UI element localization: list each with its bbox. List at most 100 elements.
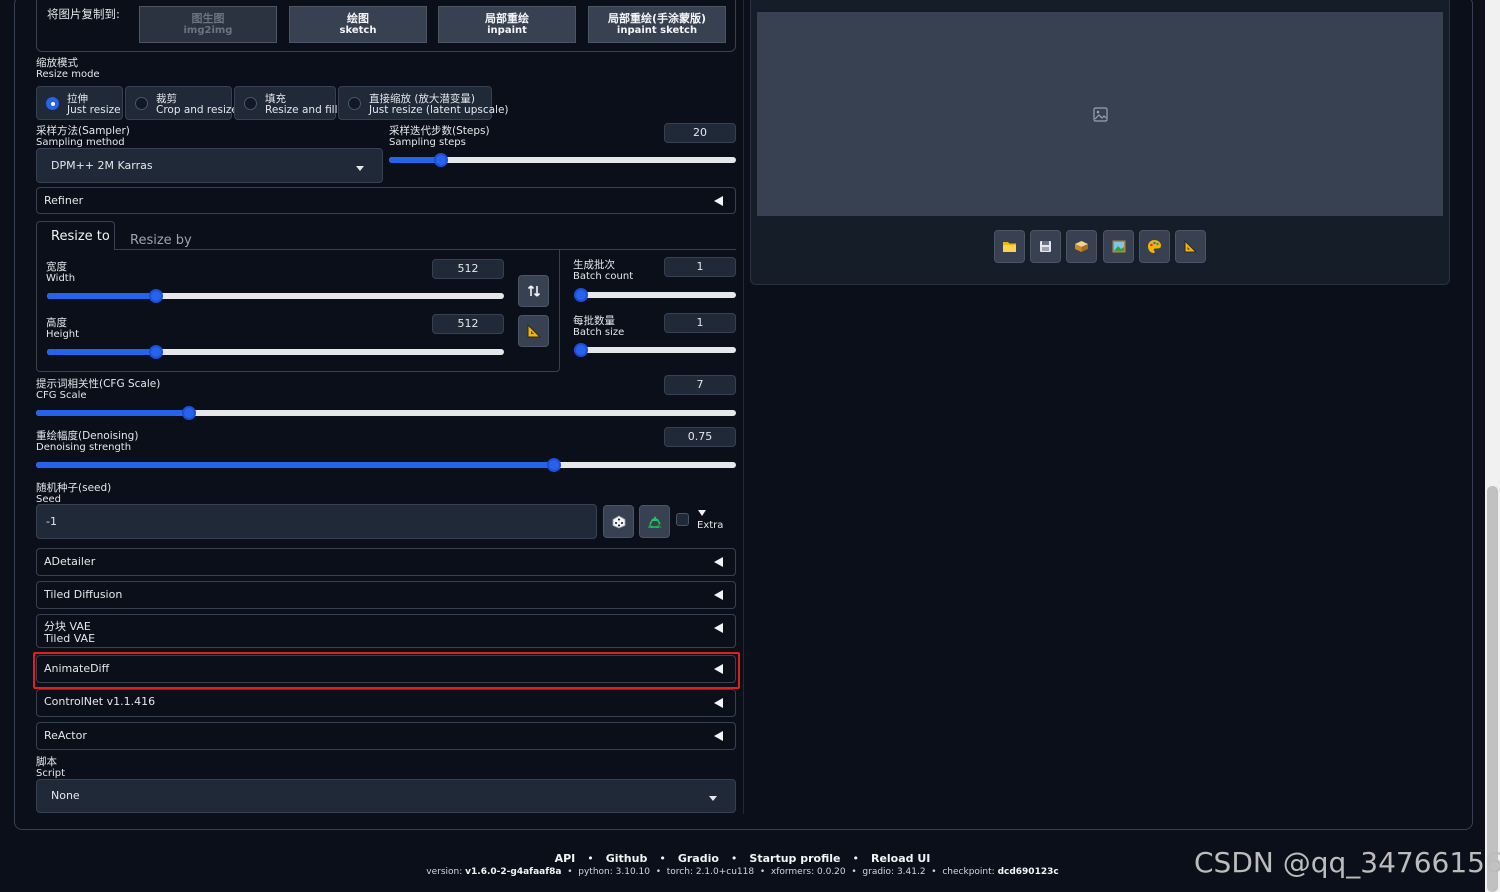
refiner-accordion[interactable]: Refiner: [36, 187, 736, 214]
separator-dot: •: [730, 852, 738, 865]
tiled-diffusion-accordion[interactable]: Tiled Diffusion: [36, 581, 736, 609]
button-label: 绘图: [347, 12, 369, 25]
cfg-scale-slider[interactable]: [36, 406, 736, 420]
footer-link-reload-ui[interactable]: Reload UI: [871, 852, 930, 865]
label-cn: 每批数量: [573, 315, 615, 327]
footer-link-api[interactable]: API: [555, 852, 576, 865]
sampler-dropdown[interactable]: DPM++ 2M Karras: [36, 148, 383, 183]
open-folder-button[interactable]: [994, 230, 1025, 263]
torch-version: torch: 2.1.0+cu118: [666, 867, 755, 877]
reactor-accordion[interactable]: ReActor: [36, 722, 736, 750]
random-seed-button[interactable]: [603, 505, 634, 538]
palette-icon: [1148, 240, 1161, 253]
zip-button[interactable]: [1066, 230, 1097, 263]
swap-arrows-icon: [527, 285, 540, 297]
radio-text: 裁剪 Crop and resize: [156, 94, 238, 116]
swap-dimensions-button[interactable]: [518, 275, 549, 307]
slider-thumb[interactable]: [434, 153, 448, 167]
slider-thumb[interactable]: [149, 289, 163, 303]
title-en: Tiled VAE: [44, 632, 96, 645]
label-en: Sampling steps: [389, 137, 466, 148]
extra-checkbox[interactable]: [676, 513, 689, 526]
label-en: Batch count: [573, 271, 634, 282]
width-slider[interactable]: [47, 289, 504, 303]
tab-label: Resize by: [130, 233, 192, 248]
collapse-triangle-icon: [714, 590, 723, 600]
reuse-seed-button[interactable]: [639, 505, 670, 538]
button-label: 局部重绘(手涂蒙版): [607, 12, 707, 25]
collapse-triangle-icon: [714, 731, 723, 741]
button-sublabel: img2img: [183, 25, 233, 36]
label-cn: 缩放模式: [36, 57, 78, 69]
accordion-title: ADetailer: [44, 555, 96, 568]
script-dropdown[interactable]: None: [36, 779, 736, 813]
resize-mode-resize-and-fill[interactable]: 填充 Resize and fill: [234, 86, 338, 120]
chevron-down-icon: [356, 165, 364, 171]
footer-link-github[interactable]: Github: [606, 852, 648, 865]
batch-count-slider[interactable]: [574, 288, 736, 302]
package-icon: [1075, 241, 1088, 252]
collapse-triangle-icon: [714, 557, 723, 567]
height-input[interactable]: 512: [432, 314, 504, 334]
batch-count-input[interactable]: 1: [664, 257, 736, 277]
copy-to-inpaint-sketch-button[interactable]: 局部重绘(手涂蒙版) inpaint sketch: [588, 6, 726, 43]
slider-fill: [36, 462, 554, 468]
resize-mode-latent-upscale[interactable]: 直接缩放 (放大潜变量) Just resize (latent upscale): [338, 86, 509, 120]
save-button[interactable]: [1030, 230, 1061, 263]
batch-size-input[interactable]: 1: [664, 313, 736, 333]
resize-mode-just-resize[interactable]: 拉伸 Just resize: [36, 86, 123, 120]
checkpoint-label: checkpoint:: [942, 867, 995, 877]
accordion-title: ControlNet v1.1.416: [44, 695, 156, 708]
copy-to-inpaint-button[interactable]: 局部重绘 inpaint: [438, 6, 576, 43]
send-to-img2img-button[interactable]: [1103, 230, 1134, 263]
separator-dot: •: [659, 852, 666, 865]
steps-slider[interactable]: [389, 153, 736, 167]
folder-icon: [1003, 242, 1016, 252]
radio-dot: [135, 97, 148, 110]
slider-thumb[interactable]: [574, 288, 588, 302]
slider-thumb[interactable]: [149, 345, 163, 359]
radio-text: 直接缩放 (放大潜变量) Just resize (latent upscale): [369, 94, 509, 116]
radio-dot: [244, 97, 257, 110]
denoising-slider[interactable]: [36, 458, 736, 472]
slider-fill: [36, 410, 189, 416]
scrollbar-thumb[interactable]: [1487, 486, 1498, 892]
accordion-title: Tiled Diffusion: [44, 588, 123, 601]
width-input[interactable]: 512: [432, 259, 504, 279]
label-cn: 随机种子(seed): [36, 482, 112, 494]
collapse-triangle-icon: [714, 196, 723, 206]
separator-dot: •: [587, 852, 594, 865]
copy-to-img2img-button[interactable]: 图生图 img2img: [139, 6, 277, 43]
send-to-inpaint-button[interactable]: [1139, 230, 1170, 263]
floppy-disk-icon: [1040, 241, 1051, 252]
resize-mode-crop-and-resize[interactable]: 裁剪 Crop and resize: [125, 86, 238, 120]
slider-thumb[interactable]: [574, 343, 588, 357]
tiled-vae-accordion[interactable]: 分块 VAE Tiled VAE: [36, 614, 736, 648]
accordion-title: Refiner: [44, 194, 84, 207]
collapse-triangle-icon: [714, 698, 723, 708]
extra-label: Extra: [697, 520, 724, 531]
send-to-extras-button[interactable]: [1175, 230, 1206, 263]
label-en: Denoising strength: [36, 442, 132, 453]
chevron-down-icon: [709, 796, 717, 801]
steps-input[interactable]: 20: [664, 123, 736, 143]
tab-resize-to[interactable]: Resize to: [36, 221, 115, 250]
aspect-ratio-button[interactable]: [518, 315, 549, 347]
slider-thumb[interactable]: [547, 458, 561, 472]
controlnet-accordion[interactable]: ControlNet v1.1.416: [36, 689, 736, 717]
button-sublabel: inpaint: [487, 25, 527, 36]
radio-text: 填充 Resize and fill: [265, 94, 338, 116]
output-gallery[interactable]: [757, 12, 1443, 216]
adetailer-accordion[interactable]: ADetailer: [36, 548, 736, 576]
footer-link-gradio[interactable]: Gradio: [678, 852, 719, 865]
label-en: CFG Scale: [36, 390, 87, 401]
tab-resize-by[interactable]: Resize by: [130, 229, 192, 248]
denoising-input[interactable]: 0.75: [664, 427, 736, 447]
seed-input[interactable]: -1: [36, 504, 597, 539]
height-slider[interactable]: [47, 345, 504, 359]
batch-size-slider[interactable]: [574, 343, 736, 357]
slider-thumb[interactable]: [182, 406, 196, 420]
footer-link-startup-profile[interactable]: Startup profile: [749, 852, 840, 865]
copy-to-sketch-button[interactable]: 绘图 sketch: [289, 6, 427, 43]
cfg-scale-input[interactable]: 7: [664, 375, 736, 395]
